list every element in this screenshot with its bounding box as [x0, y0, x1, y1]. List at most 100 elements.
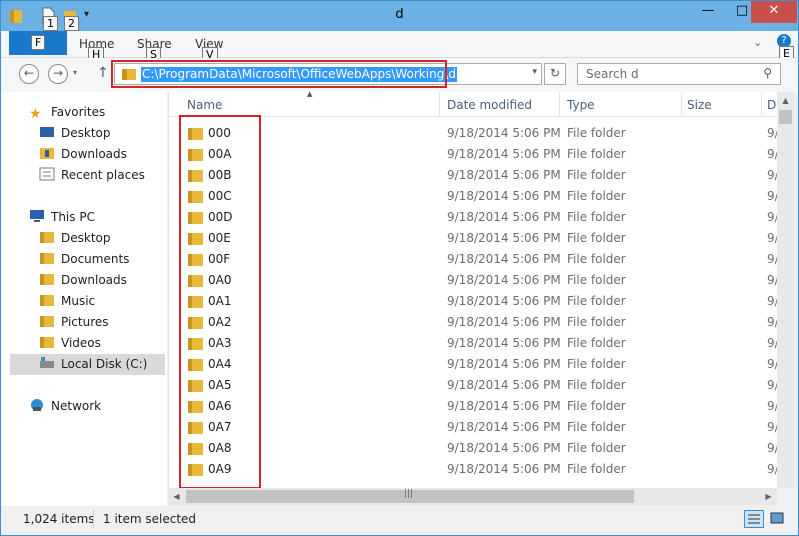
- folder-icon: [40, 337, 54, 348]
- nav-pc-downloads[interactable]: Downloads: [39, 270, 127, 291]
- file-type: File folder: [567, 378, 626, 392]
- scroll-left-icon[interactable]: ◀: [168, 488, 185, 505]
- title-bar: 1 2 ▾ d — □ ✕: [1, 1, 798, 31]
- column-date[interactable]: Date modified: [447, 98, 532, 112]
- network-icon: [31, 399, 43, 411]
- file-type: File folder: [567, 273, 626, 287]
- expand-ribbon-icon[interactable]: ⌄: [753, 36, 762, 49]
- details-view-icon[interactable]: [744, 510, 764, 528]
- folder-icon: [40, 274, 54, 285]
- nav-pc-local-disk[interactable]: Local Disk (C:): [10, 354, 165, 375]
- column-size[interactable]: Size: [687, 98, 712, 112]
- nav-fav-recent[interactable]: Recent places: [39, 165, 145, 186]
- nav-pc-videos-label: Videos: [61, 336, 101, 350]
- search-icon[interactable]: ⚲: [763, 66, 772, 80]
- large-icons-view-icon[interactable]: [768, 510, 788, 528]
- back-button[interactable]: ←: [19, 64, 39, 84]
- drive-icon: [40, 357, 54, 368]
- navigation-pane: ★ Favorites Desktop Downloads Recent plac…: [1, 92, 167, 506]
- vertical-scroll-thumb[interactable]: [779, 110, 792, 124]
- up-arrow-icon[interactable]: ↑: [97, 65, 109, 81]
- scroll-right-icon[interactable]: ▶: [760, 488, 777, 505]
- recent-places-icon: [39, 167, 55, 181]
- nav-fav-downloads[interactable]: Downloads: [39, 144, 127, 165]
- file-type: File folder: [567, 441, 626, 455]
- grip-icon: |||: [404, 489, 414, 499]
- file-type: File folder: [567, 210, 626, 224]
- file-type: File folder: [567, 231, 626, 245]
- star-icon: ★: [29, 106, 42, 122]
- selection-count: 1 item selected: [103, 512, 197, 526]
- column-divider[interactable]: [559, 92, 560, 116]
- nav-pc-music[interactable]: Music: [39, 291, 95, 312]
- column-divider[interactable]: [761, 92, 762, 116]
- file-date: 9/18/2014 5:06 PM: [447, 252, 561, 266]
- file-type: File folder: [567, 252, 626, 266]
- file-type: File folder: [567, 189, 626, 203]
- nav-pc-documents[interactable]: Documents: [39, 249, 129, 270]
- file-type: File folder: [567, 315, 626, 329]
- nav-favorites[interactable]: ★ Favorites: [29, 102, 105, 123]
- nav-pc-music-label: Music: [61, 294, 96, 308]
- refresh-button[interactable]: ↻: [544, 63, 566, 85]
- search-placeholder: Search d: [586, 67, 639, 81]
- recent-locations-icon[interactable]: ▾: [73, 68, 77, 77]
- column-divider[interactable]: [439, 92, 440, 116]
- search-box[interactable]: Search d ⚲: [577, 63, 781, 85]
- nav-pc-local-disk-label: Local Disk (C:): [61, 357, 148, 371]
- file-type: File folder: [567, 126, 626, 140]
- nav-pc-pictures[interactable]: Pictures: [39, 312, 109, 333]
- forward-button[interactable]: →: [48, 64, 68, 84]
- file-date: 9/18/2014 5:06 PM: [447, 168, 561, 182]
- nav-fav-downloads-label: Downloads: [61, 147, 127, 161]
- nav-fav-desktop[interactable]: Desktop: [39, 123, 111, 144]
- window-title: d: [395, 7, 404, 22]
- file-date: 9/18/2014 5:06 PM: [447, 399, 561, 413]
- close-button[interactable]: ✕: [751, 1, 797, 23]
- file-tab[interactable]: F: [9, 31, 67, 55]
- file-type: File folder: [567, 357, 626, 371]
- file-date: 9/18/2014 5:06 PM: [447, 210, 561, 224]
- nav-pc-documents-label: Documents: [61, 252, 130, 266]
- folder-icon: [40, 316, 54, 327]
- file-type: File folder: [567, 420, 626, 434]
- file-date: 9/18/2014 5:06 PM: [447, 231, 561, 245]
- nav-pc-downloads-label: Downloads: [61, 273, 127, 287]
- column-type[interactable]: Type: [567, 98, 595, 112]
- computer-icon: [30, 210, 44, 222]
- column-divider[interactable]: [681, 92, 682, 116]
- status-bar: 1,024 items 1 item selected: [1, 506, 798, 535]
- nav-pc-videos[interactable]: Videos: [39, 333, 101, 354]
- nav-fav-desktop-label: Desktop: [61, 126, 111, 140]
- nav-network-label: Network: [51, 399, 102, 413]
- column-header-row: ▲ Name Date modified Type Size D: [169, 90, 778, 117]
- folder-icon: [40, 295, 54, 306]
- address-dropdown-icon[interactable]: ▾: [532, 67, 537, 77]
- horizontal-scrollbar[interactable]: ◀ ||| ▶: [168, 488, 777, 505]
- nav-pc-desktop-label: Desktop: [61, 231, 111, 245]
- nav-this-pc[interactable]: This PC: [29, 207, 95, 228]
- file-type: File folder: [567, 168, 626, 182]
- file-date: 9/18/2014 5:06 PM: [447, 462, 561, 476]
- nav-favorites-label: Favorites: [51, 105, 106, 119]
- file-date: 9/18/2014 5:06 PM: [447, 273, 561, 287]
- vertical-scrollbar[interactable]: ▲: [777, 92, 794, 488]
- file-date: 9/18/2014 5:06 PM: [447, 315, 561, 329]
- minimize-button[interactable]: —: [691, 1, 725, 23]
- folder-icon: [40, 253, 54, 264]
- column-extra[interactable]: D: [767, 98, 776, 112]
- file-date: 9/18/2014 5:06 PM: [447, 294, 561, 308]
- column-name[interactable]: Name: [187, 98, 222, 112]
- file-date: 9/18/2014 5:06 PM: [447, 126, 561, 140]
- status-divider: [93, 510, 94, 528]
- folder-icon: [40, 232, 54, 243]
- file-type: File folder: [567, 462, 626, 476]
- refresh-icon: ↻: [549, 66, 561, 80]
- horizontal-scroll-thumb[interactable]: |||: [186, 489, 634, 503]
- file-type: File folder: [567, 147, 626, 161]
- nav-network[interactable]: Network: [29, 396, 101, 417]
- scroll-up-icon[interactable]: ▲: [777, 92, 794, 109]
- nav-pc-desktop[interactable]: Desktop: [39, 228, 111, 249]
- desktop-icon: [40, 127, 54, 137]
- keytip-file: F: [31, 35, 46, 50]
